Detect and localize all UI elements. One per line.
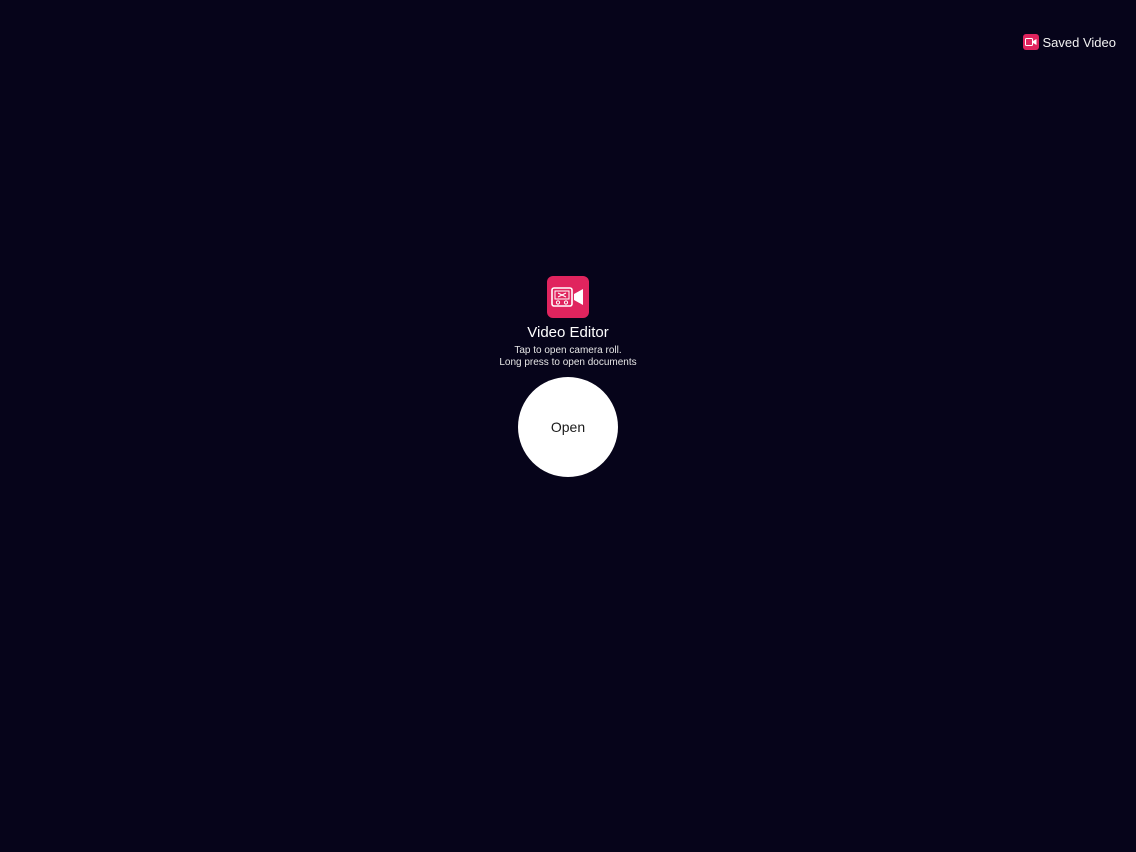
open-hint: Tap to open camera roll. Long press to o… <box>499 345 636 369</box>
hint-line-1: Tap to open camera roll. <box>514 345 622 356</box>
saved-video-label: Saved Video <box>1042 34 1117 50</box>
app-title: Video Editor <box>527 324 609 341</box>
open-button[interactable]: Open <box>518 377 618 477</box>
saved-video-button[interactable]: Saved Video <box>1022 34 1117 50</box>
app-screen: Saved Video Video Editor Tap to open cam… <box>0 0 1136 852</box>
launch-panel: Video Editor Tap to open camera roll. Lo… <box>0 276 1136 477</box>
hint-line-2: Long press to open documents <box>499 357 637 368</box>
video-camera-icon <box>1022 34 1039 50</box>
video-editor-icon <box>547 276 589 318</box>
